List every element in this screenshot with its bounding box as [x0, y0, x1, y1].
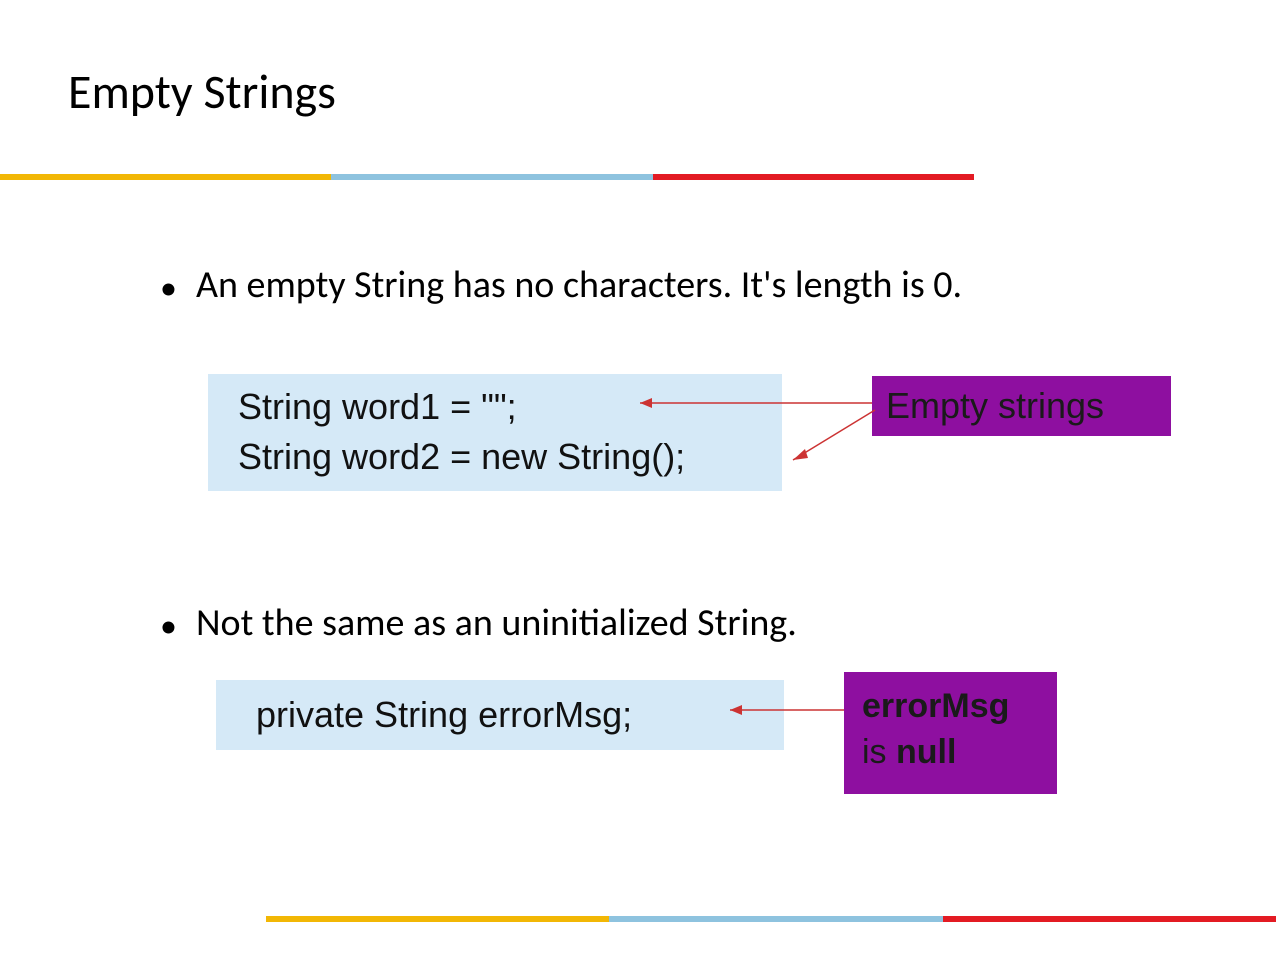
- callout-errormsg-var: errorMsg: [862, 687, 1009, 725]
- callout-errormsg-between: is: [862, 733, 896, 771]
- callout-empty-strings-label: Empty strings: [886, 385, 1104, 427]
- code-block-2: private String errorMsg;: [216, 680, 784, 750]
- arrow-errormsg-icon: [720, 700, 850, 720]
- arrow-empty-2-icon: [785, 405, 885, 475]
- divider-bottom: [266, 916, 1276, 922]
- callout-empty-strings: Empty strings: [872, 376, 1171, 436]
- bullet-2-text: Not the same as an uninitialized String.: [196, 600, 797, 646]
- callout-errormsg-null: null: [896, 733, 956, 771]
- bullet-1-text: An empty String has no characters. It's …: [196, 262, 962, 308]
- bullet-mark-icon: •: [160, 266, 177, 312]
- bullet-1: • An empty String has no characters. It'…: [196, 260, 1166, 311]
- slide-title: Empty Strings: [68, 62, 336, 121]
- callout-errormsg-null: errorMsg is null: [844, 672, 1057, 794]
- bullet-2: • Not the same as an uninitialized Strin…: [196, 598, 1166, 649]
- code-line-3: private String errorMsg;: [256, 690, 780, 740]
- divider-top: [0, 174, 974, 180]
- bullet-mark-icon: •: [160, 604, 177, 650]
